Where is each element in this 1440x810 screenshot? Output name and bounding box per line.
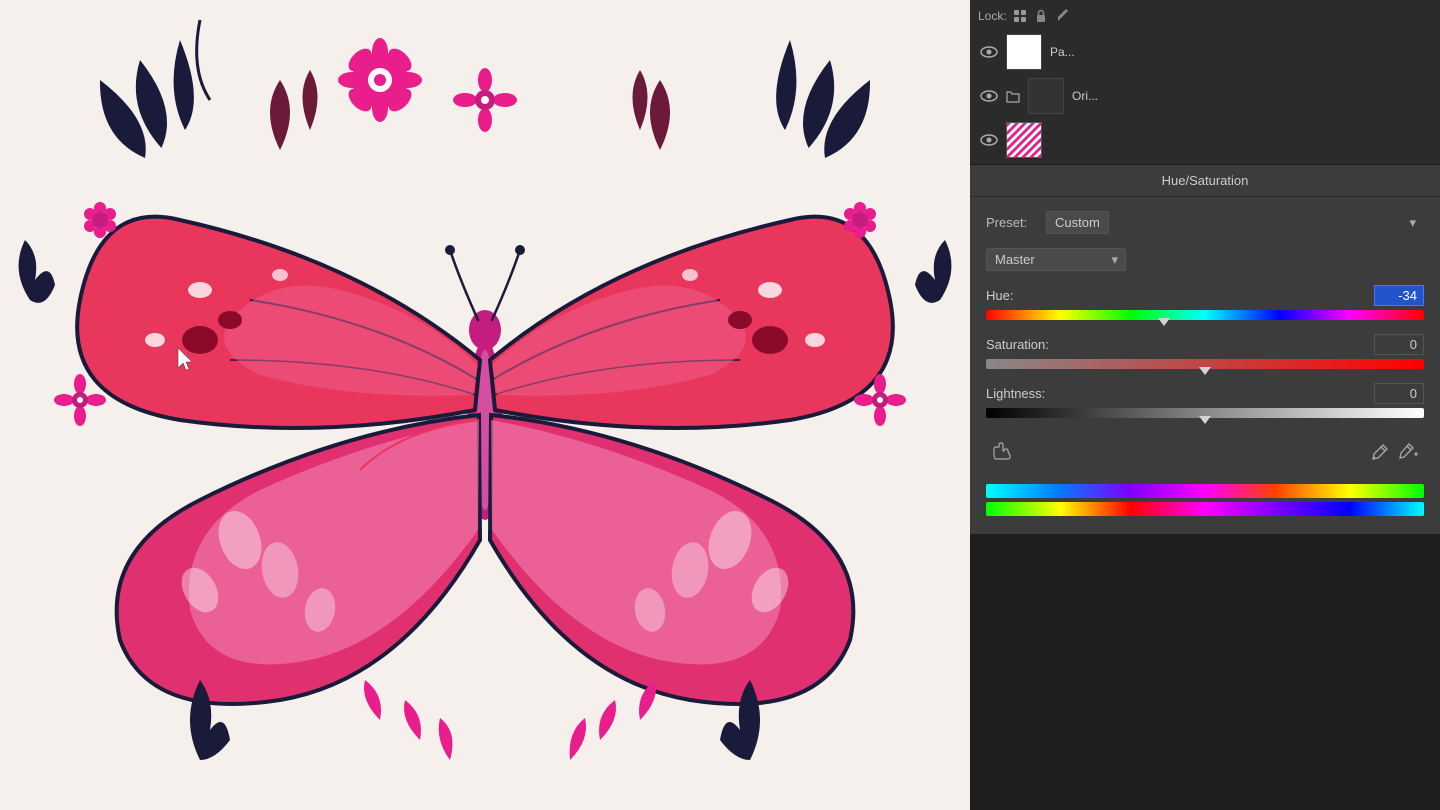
layer-row-2[interactable]: Ori... — [978, 74, 1432, 118]
lock-label: Lock: — [978, 9, 1007, 23]
eyedropper-plus-icon[interactable] — [1396, 440, 1420, 464]
lock-icon — [1013, 9, 1027, 23]
preset-select[interactable]: Custom Default — [1046, 211, 1109, 234]
eye-icon-2[interactable] — [980, 89, 998, 103]
right-panel: Lock: — [970, 0, 1440, 810]
panel-body: Preset: Custom Default Master Reds Yello… — [970, 197, 1440, 534]
dark-fill-area — [970, 534, 1440, 810]
hue-slider-container: Hue: -34 — [986, 285, 1424, 320]
lightness-value[interactable]: 0 — [1374, 383, 1424, 404]
saturation-slider-container: Saturation: 0 — [986, 334, 1424, 369]
saturation-value[interactable]: 0 — [1374, 334, 1424, 355]
hue-label: Hue: — [986, 288, 1076, 303]
bottom-tools — [986, 432, 1424, 472]
layers-panel: Lock: — [970, 0, 1440, 165]
channel-row: Master Reds Yellows Greens Cyans Blues M… — [986, 248, 1424, 271]
saturation-thumb[interactable] — [1199, 367, 1211, 375]
eyedropper-icon[interactable] — [1368, 440, 1392, 464]
color-bar-1 — [986, 484, 1424, 498]
butterfly-artwork — [0, 0, 970, 810]
preset-label: Preset: — [986, 215, 1036, 230]
lock-closed-icon[interactable] — [1033, 8, 1049, 24]
saturation-row: Saturation: 0 — [986, 334, 1424, 355]
lightness-row: Lightness: 0 — [986, 383, 1424, 404]
layer-thumbnail-1 — [1006, 34, 1042, 70]
hue-value[interactable]: -34 — [1374, 285, 1424, 306]
color-bar-2 — [986, 502, 1424, 516]
pen-icon[interactable] — [1055, 8, 1071, 24]
layers-header: Lock: — [978, 8, 1432, 24]
hue-row: Hue: -34 — [986, 285, 1424, 306]
eye-icon-3[interactable] — [980, 133, 998, 147]
eye-icon-1[interactable] — [980, 45, 998, 59]
lightness-track[interactable] — [986, 408, 1424, 418]
lightness-slider-container: Lightness: 0 — [986, 383, 1424, 418]
layer-thumbnail-3 — [1006, 122, 1042, 158]
layer-thumbnail-2 — [1028, 78, 1064, 114]
preset-row: Preset: Custom Default — [986, 211, 1424, 234]
preset-select-wrapper[interactable]: Custom Default — [1046, 211, 1424, 234]
saturation-label: Saturation: — [986, 337, 1076, 352]
hand-tool-icon[interactable] — [990, 440, 1014, 464]
lightness-label: Lightness: — [986, 386, 1076, 401]
channel-select-wrapper[interactable]: Master Reds Yellows Greens Cyans Blues M… — [986, 248, 1126, 271]
canvas-area — [0, 0, 970, 810]
layer-row-1[interactable]: Pa... — [978, 30, 1432, 74]
layer-name-1: Pa... — [1050, 45, 1430, 59]
layer-name-2: Ori... — [1072, 89, 1430, 103]
hue-track[interactable] — [986, 310, 1424, 320]
channel-select[interactable]: Master Reds Yellows Greens Cyans Blues M… — [986, 248, 1126, 271]
lock-area: Lock: — [978, 8, 1071, 24]
saturation-track[interactable] — [986, 359, 1424, 369]
layer-row-3[interactable] — [978, 118, 1432, 162]
hue-thumb[interactable] — [1158, 318, 1170, 326]
panel-title: Hue/Saturation — [970, 165, 1440, 197]
hue-saturation-panel: Hue/Saturation Preset: Custom Default Ma… — [970, 165, 1440, 534]
folder-icon[interactable] — [1006, 89, 1020, 103]
lightness-thumb[interactable] — [1199, 416, 1211, 424]
